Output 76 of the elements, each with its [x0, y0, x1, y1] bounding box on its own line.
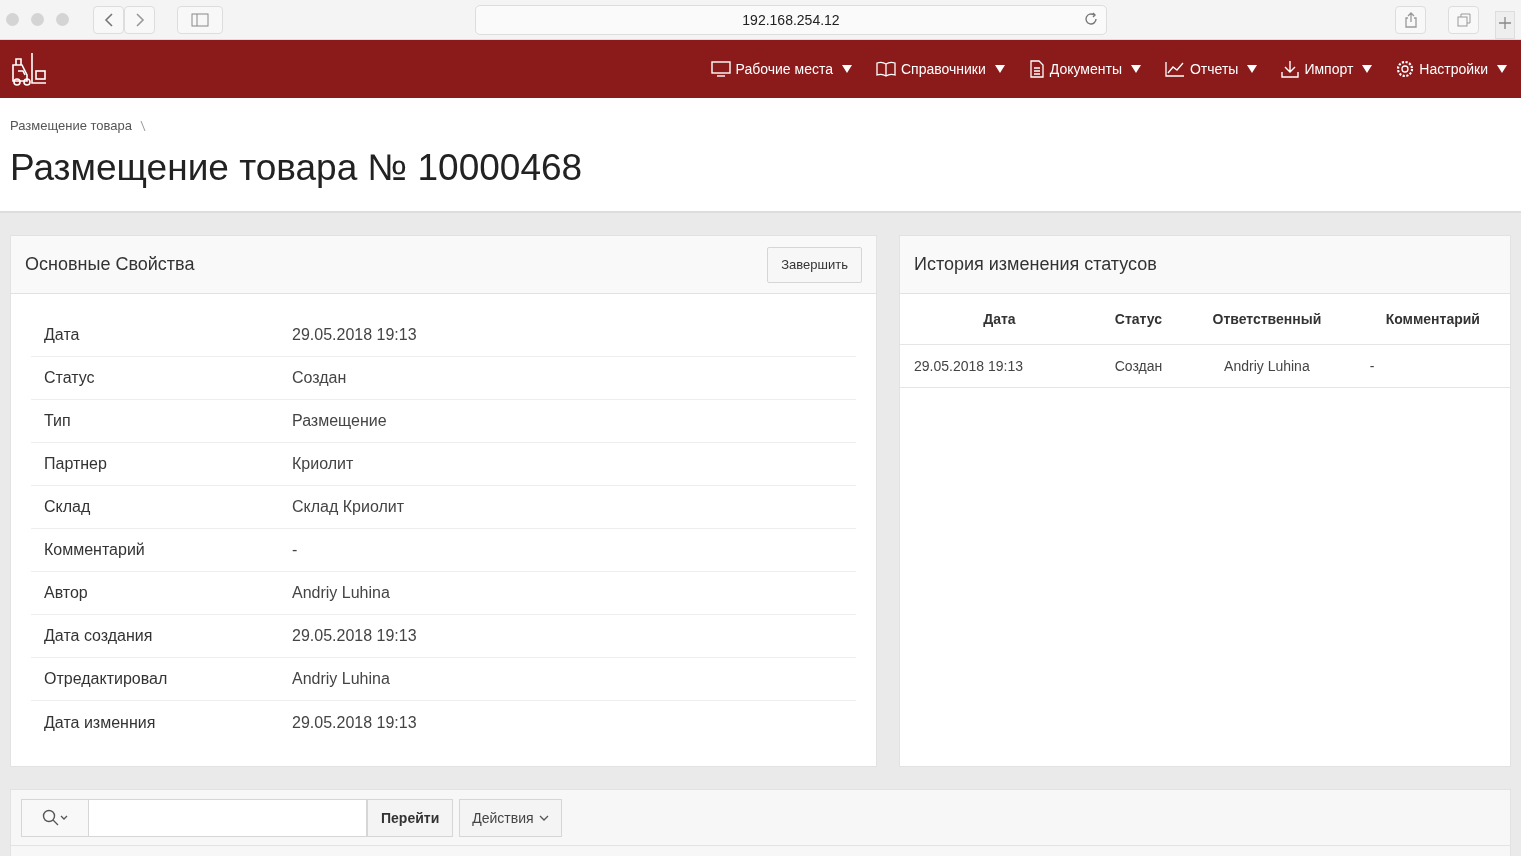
property-value: 29.05.2018 19:13: [292, 627, 417, 645]
new-tab-button[interactable]: [1495, 10, 1515, 39]
address-bar[interactable]: 192.168.254.12: [475, 4, 1107, 35]
breadcrumb-link[interactable]: Размещение товара: [10, 118, 132, 133]
caret-icon: [1497, 65, 1507, 73]
window-close-button[interactable]: [6, 13, 19, 26]
column-header: Дата: [900, 294, 1099, 345]
property-value: 29.05.2018 19:13: [292, 326, 417, 344]
finish-button[interactable]: Завершить: [767, 246, 862, 283]
property-value: Криолит: [292, 455, 354, 473]
property-value: Размещение: [292, 412, 387, 430]
caret-icon: [994, 65, 1005, 73]
document-icon: [1028, 60, 1045, 78]
table-cell: -: [1355, 344, 1510, 388]
column-header: Ответственный: [1178, 294, 1356, 345]
search-icon: [42, 809, 68, 827]
property-label: Дата изменния: [44, 713, 157, 732]
tabs-icon: [1456, 12, 1471, 27]
page-title: Размещение товара № 10000468: [10, 147, 584, 189]
nav-menu-item[interactable]: Справочники: [864, 60, 1017, 78]
window-minimize-button[interactable]: [31, 13, 44, 26]
table-cell: Andriy Luhina: [1178, 344, 1356, 388]
actions-menu-button[interactable]: Действия: [459, 799, 562, 837]
property-value: Склад Криолит: [292, 498, 405, 516]
share-icon: [1403, 11, 1418, 28]
forklift-logo-icon[interactable]: [10, 51, 48, 87]
search-field[interactable]: [89, 799, 367, 837]
property-label: Дата создания: [44, 627, 154, 645]
sidebar-toggle-button[interactable]: [177, 5, 223, 34]
window-maximize-button[interactable]: [56, 13, 69, 26]
column-header: Статус: [1098, 294, 1179, 345]
nav-menu-item[interactable]: Рабочие места: [698, 60, 864, 78]
property-label: Отредактировал: [44, 670, 169, 688]
property-label: Автор: [44, 584, 89, 602]
go-button[interactable]: Перейти: [367, 799, 454, 837]
property-label: Комментарий: [44, 541, 146, 559]
property-value: Andriy Luhina: [292, 670, 390, 688]
table-cell: Создан: [1098, 344, 1179, 388]
property-value: 29.05.2018 19:13: [292, 713, 417, 732]
property-label: Дата: [44, 326, 81, 344]
book-icon: [876, 61, 896, 77]
table-cell: 29.05.2018 19:13: [900, 344, 1099, 388]
nav-menu-item[interactable]: Отчеты: [1153, 60, 1270, 78]
property-label: Тип: [44, 412, 72, 430]
chevron-down-icon: [538, 814, 549, 822]
line-chart-icon: [1165, 61, 1185, 77]
chevron-left-icon: [103, 12, 114, 27]
share-button[interactable]: [1395, 5, 1426, 34]
tabs-button[interactable]: [1448, 5, 1479, 34]
property-value: Andriy Luhina: [292, 584, 390, 602]
nav-menu-item[interactable]: Импорт: [1269, 60, 1385, 78]
monitor-icon: [710, 61, 731, 77]
panel-title: Основные Свойства: [25, 254, 195, 275]
nav-menu-item[interactable]: Настройки: [1384, 60, 1511, 78]
forward-button[interactable]: [124, 5, 155, 34]
caret-icon: [1247, 65, 1258, 73]
property-label: Партнер: [44, 455, 108, 473]
caret-icon: [1131, 65, 1141, 73]
sidebar-icon: [191, 12, 209, 27]
breadcrumb-separator-icon: [140, 119, 146, 132]
search-column-button[interactable]: [21, 799, 89, 837]
property-value: -: [292, 541, 298, 559]
caret-icon: [1362, 65, 1373, 73]
back-button[interactable]: [93, 5, 124, 34]
settings-icon: [1396, 60, 1415, 78]
property-value: Создан: [292, 369, 347, 387]
plus-icon: [1499, 17, 1511, 29]
reload-icon[interactable]: [1084, 11, 1098, 26]
panel-title: История изменения статусов: [914, 254, 1157, 275]
chevron-right-icon: [134, 12, 145, 27]
nav-menu-item[interactable]: Документы: [1016, 60, 1153, 78]
download-icon: [1281, 60, 1300, 78]
column-header: Комментарий: [1355, 294, 1510, 345]
property-label: Статус: [44, 369, 96, 387]
property-label: Склад: [44, 498, 92, 516]
caret-icon: [842, 65, 852, 73]
